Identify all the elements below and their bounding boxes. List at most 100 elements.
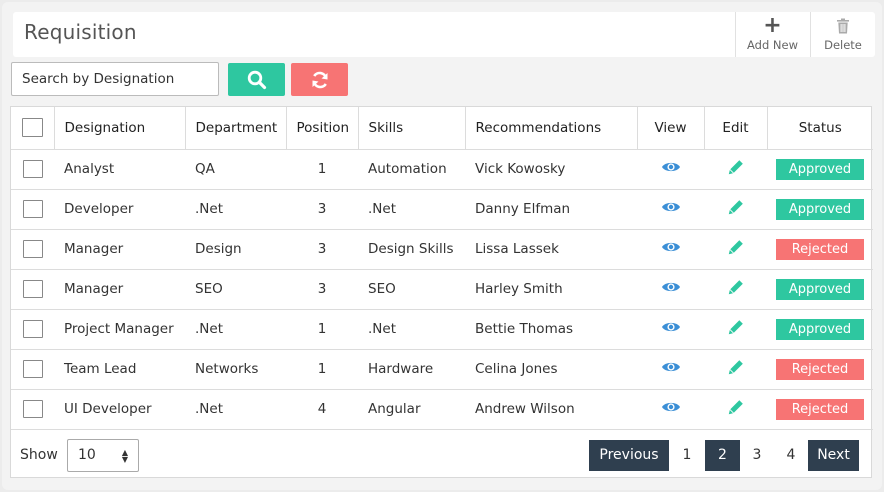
- search-input[interactable]: [11, 62, 219, 96]
- trash-icon: [837, 18, 849, 33]
- eye-icon[interactable]: [661, 240, 681, 258]
- eye-icon[interactable]: [661, 200, 681, 218]
- row-checkbox[interactable]: [22, 200, 43, 218]
- plus-icon: +: [763, 12, 782, 38]
- page-2-button[interactable]: 2: [705, 440, 740, 471]
- pencil-icon[interactable]: [728, 319, 744, 339]
- skills-cell: Hardware: [358, 349, 465, 390]
- column-header: Edit: [704, 107, 768, 150]
- status-badge: Approved: [776, 278, 864, 300]
- view-cell: [637, 269, 704, 310]
- designation-cell: Project Manager: [54, 309, 185, 350]
- table-row: UI Developer .Net 4 Angular Andrew Wilson Rej…: [11, 389, 873, 430]
- skills-cell: Angular: [358, 389, 465, 430]
- designation-cell: Team Lead: [54, 349, 185, 390]
- view-cell: [637, 389, 704, 430]
- page-size-select[interactable]: 10 ▲ ▼: [67, 439, 139, 472]
- page-size-value: 10: [78, 447, 96, 463]
- recommendation-cell: Danny Elfman: [465, 189, 637, 230]
- pencil-icon[interactable]: [728, 239, 744, 259]
- edit-cell: [704, 269, 767, 310]
- page-1-button[interactable]: 1: [669, 440, 705, 471]
- reset-button[interactable]: [291, 63, 348, 96]
- edit-cell: [704, 189, 767, 230]
- column-header[interactable]: Recommendations: [465, 107, 638, 150]
- status-badge: Rejected: [776, 238, 864, 260]
- row-checkbox[interactable]: [22, 160, 43, 178]
- eye-icon[interactable]: [661, 280, 681, 298]
- column-header[interactable]: Designation: [54, 107, 186, 150]
- refresh-icon: [312, 71, 327, 88]
- status-cell: Approved: [767, 149, 873, 190]
- skills-cell: SEO: [358, 269, 465, 310]
- page-3-button[interactable]: 3: [740, 440, 774, 471]
- row-select-cell: [11, 349, 54, 390]
- search-button[interactable]: [228, 63, 285, 96]
- pencil-icon[interactable]: [728, 359, 744, 379]
- row-checkbox[interactable]: [22, 360, 43, 378]
- designation-cell: Manager: [54, 229, 185, 270]
- page-4-button[interactable]: 4: [774, 440, 808, 471]
- row-select-cell: [11, 149, 54, 190]
- requisition-table: Designation Department Position Skills R…: [10, 106, 873, 479]
- column-header[interactable]: Position: [286, 107, 359, 150]
- edit-cell: [704, 389, 767, 430]
- column-header[interactable]: Status: [767, 107, 873, 150]
- row-checkbox[interactable]: [22, 400, 43, 418]
- table-header-row: Designation Department Position Skills R…: [11, 107, 873, 150]
- show-label: Show: [20, 447, 58, 463]
- page-header: Requisition + Add New Delete: [13, 12, 875, 57]
- status-badge: Rejected: [776, 398, 864, 420]
- view-cell: [637, 149, 704, 190]
- table-row: Project Manager .Net 1 .Net Bettie Thomas App…: [11, 309, 873, 350]
- column-header[interactable]: Department: [185, 107, 287, 150]
- pencil-icon[interactable]: [728, 399, 744, 419]
- eye-icon[interactable]: [661, 360, 681, 378]
- status-badge: Approved: [776, 318, 864, 340]
- page-title: Requisition: [24, 20, 137, 44]
- add-new-button[interactable]: + Add New: [735, 12, 809, 57]
- skills-cell: Design Skills: [358, 229, 465, 270]
- skills-cell: .Net: [358, 189, 465, 230]
- position-cell: 3: [286, 189, 358, 230]
- next-button[interactable]: Next: [808, 440, 859, 471]
- eye-icon[interactable]: [661, 400, 681, 418]
- eye-icon[interactable]: [661, 320, 681, 338]
- department-cell: .Net: [185, 189, 286, 230]
- status-cell: Approved: [767, 309, 873, 350]
- row-checkbox[interactable]: [22, 320, 43, 338]
- status-cell: Rejected: [767, 349, 873, 390]
- column-header[interactable]: Skills: [358, 107, 466, 150]
- pencil-icon[interactable]: [728, 199, 744, 219]
- table-footer: Show 10 ▲ ▼ Previous 1 2 3 4 Next: [11, 433, 873, 479]
- status-cell: Approved: [767, 189, 873, 230]
- row-checkbox[interactable]: [22, 240, 43, 258]
- view-cell: [637, 349, 704, 390]
- edit-cell: [704, 149, 767, 190]
- pencil-icon[interactable]: [728, 159, 744, 179]
- pencil-icon[interactable]: [728, 279, 744, 299]
- position-cell: 3: [286, 229, 358, 270]
- add-new-label: Add New: [746, 37, 798, 52]
- table-row: Manager SEO 3 SEO Harley Smith Approved: [11, 269, 873, 310]
- department-cell: .Net: [185, 389, 286, 430]
- select-all-checkbox[interactable]: [21, 118, 43, 138]
- eye-icon[interactable]: [661, 160, 681, 178]
- designation-cell: Analyst: [54, 149, 185, 190]
- row-select-cell: [11, 269, 54, 310]
- table-row: Manager Design 3 Design Skills Lissa Lassek R…: [11, 229, 873, 270]
- position-cell: 1: [286, 309, 358, 350]
- designation-cell: UI Developer: [54, 389, 185, 430]
- previous-button[interactable]: Previous: [589, 440, 669, 471]
- designation-cell: Developer: [54, 189, 185, 230]
- department-cell: .Net: [185, 309, 286, 350]
- status-badge: Rejected: [776, 358, 864, 380]
- delete-button[interactable]: Delete: [810, 12, 875, 57]
- view-cell: [637, 229, 704, 270]
- status-badge: Approved: [776, 158, 864, 180]
- skills-cell: Automation: [358, 149, 465, 190]
- row-checkbox[interactable]: [22, 280, 43, 298]
- edit-cell: [704, 309, 767, 350]
- recommendation-cell: Andrew Wilson: [465, 389, 637, 430]
- department-cell: QA: [185, 149, 286, 190]
